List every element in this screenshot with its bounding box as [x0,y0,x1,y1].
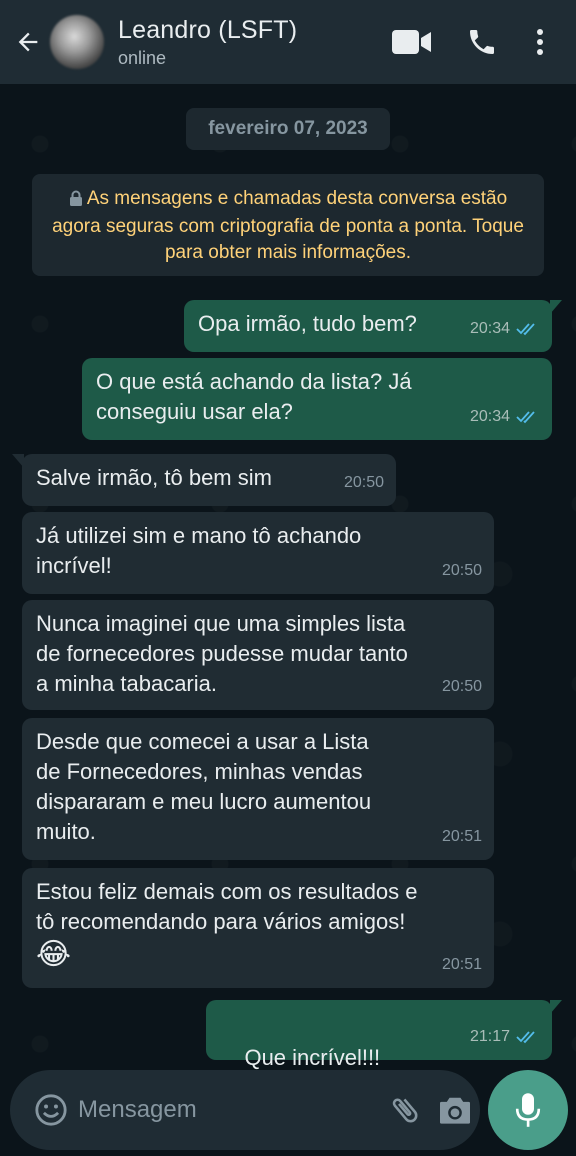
camera-button[interactable] [438,1088,472,1132]
phone-icon [470,30,494,54]
message-time: 20:50 [441,678,482,695]
arrow-left-icon [18,32,38,52]
message-bubble-outgoing[interactable]: O que está achando da lista? Já consegui… [82,358,552,440]
avatar[interactable] [50,15,104,69]
message-text: Nunca imaginei que uma simples lista de … [36,611,408,696]
encryption-notice[interactable]: As mensagens e chamadas desta conversa e… [32,174,544,276]
video-call-button[interactable] [382,0,442,84]
message-bubble-outgoing[interactable]: Opa irmão, tudo bem? 20:34 [184,300,562,352]
message-text: Salve irmão, tô bem sim [36,465,272,490]
message-text: Já utilizei sim e mano tô achando incrív… [36,523,362,578]
message-bubble-incoming[interactable]: Nunca imaginei que uma simples lista de … [22,600,494,710]
double-check-icon [516,1031,535,1044]
date-chip: fevereiro 07, 2023 [186,108,390,150]
message-text: Desde que comecei a usar a Lista de Forn… [36,729,372,844]
contact-name: Leandro (LSFT) [118,16,298,44]
message-time: 20:51 [441,828,482,845]
message-text: Estou feliz demais com os resultados e t… [36,879,418,934]
more-vertical-icon [537,29,543,55]
microphone-icon [515,1093,541,1127]
message-time: 20:34 [469,408,510,425]
message-bubble-incoming[interactable]: Estou feliz demais com os resultados e t… [22,868,494,988]
attach-button[interactable] [388,1088,422,1132]
lock-icon [69,188,83,214]
emoji-button[interactable] [34,1090,68,1130]
video-camera-icon [392,30,431,54]
voice-call-button[interactable] [452,0,512,84]
message-time: 20:51 [441,956,482,973]
message-bubble-incoming[interactable]: Já utilizei sim e mano tô achando incrív… [22,512,494,594]
back-button[interactable] [6,0,50,84]
message-time: 20:50 [441,562,482,579]
voice-message-button[interactable] [488,1070,568,1150]
message-time: 20:34 [469,320,510,337]
message-composer [10,1070,480,1150]
message-time: 20:50 [343,474,384,491]
message-time: 21:17 [469,1028,510,1045]
message-input[interactable] [78,1090,388,1130]
laughing-emoji: 😂 [36,938,72,971]
message-bubble-incoming[interactable]: Salve irmão, tô bem sim 20:50 [12,454,396,506]
message-text: Que incrível!!! [244,1045,381,1070]
smiley-icon [35,1094,67,1126]
encryption-text: As mensagens e chamadas desta conversa e… [52,188,524,263]
double-check-icon [516,411,535,424]
contact-info[interactable]: Leandro (LSFT) online [118,15,297,69]
contact-status: online [118,48,167,68]
paperclip-icon [392,1098,418,1123]
chat-header: Leandro (LSFT) online [0,0,576,84]
camera-icon [440,1097,470,1124]
message-bubble-outgoing[interactable]: Que incrível!!! 🙌🏻🙌🏻🙌🏻 21:17 [206,1000,562,1101]
menu-button[interactable] [520,0,560,84]
double-check-icon [516,323,535,336]
message-bubble-incoming[interactable]: Desde que comecei a usar a Lista de Forn… [22,718,494,860]
